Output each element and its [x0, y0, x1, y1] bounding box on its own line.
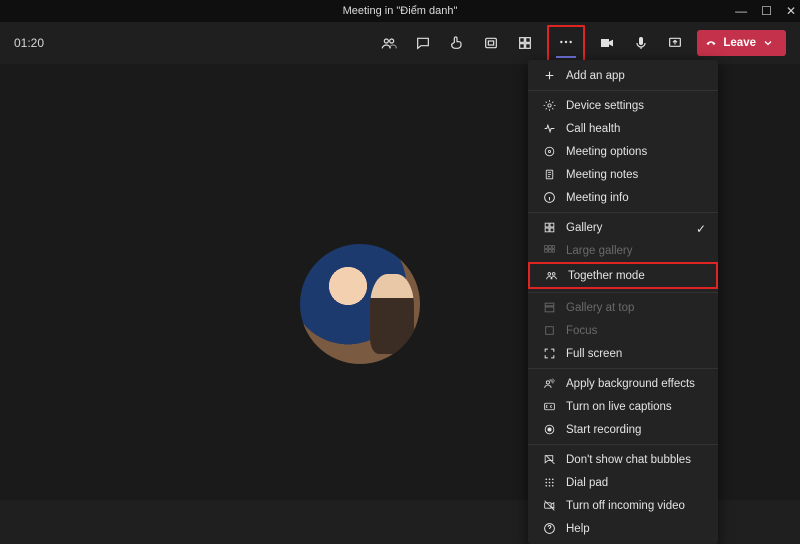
gear-icon [542, 99, 556, 112]
menu-label: Turn on live captions [566, 401, 672, 413]
menu-item-live-captions[interactable]: Turn on live captions [528, 395, 718, 418]
menu-separator [528, 292, 718, 293]
menu-item-meeting-options[interactable]: Meeting options [528, 140, 718, 163]
menu-label: Focus [566, 325, 597, 337]
menu-separator [528, 212, 718, 213]
record-icon [542, 423, 556, 436]
active-indicator [556, 56, 576, 58]
menu-label: Large gallery [566, 245, 632, 257]
plus-icon [542, 69, 556, 82]
together-icon [544, 269, 558, 282]
menu-label: Gallery at top [566, 302, 634, 314]
help-icon [542, 522, 556, 535]
window-titlebar: Meeting in "Điểm danh" — ☐ ✕ [0, 0, 800, 22]
menu-item-chat-bubbles[interactable]: Don't show chat bubbles [528, 448, 718, 471]
participants-button[interactable] [377, 31, 401, 55]
menu-label: Start recording [566, 424, 641, 436]
meeting-timer: 01:20 [14, 36, 44, 50]
chat-bubble-icon [542, 453, 556, 466]
menu-label: Add an app [566, 70, 625, 82]
menu-item-full-screen[interactable]: Full screen [528, 342, 718, 365]
menu-item-call-health[interactable]: Call health [528, 117, 718, 140]
info-icon [542, 191, 556, 204]
menu-item-meeting-info[interactable]: Meeting info [528, 186, 718, 209]
window-title: Meeting in "Điểm danh" [343, 5, 458, 17]
menu-label: Together mode [568, 270, 645, 282]
menu-separator [528, 368, 718, 369]
gallery-top-icon [542, 301, 556, 314]
gallery-icon [542, 221, 556, 234]
mic-button[interactable] [629, 31, 653, 55]
menu-item-device-settings[interactable]: Device settings [528, 94, 718, 117]
menu-item-large-gallery: Large gallery [528, 239, 718, 262]
menu-item-meeting-notes[interactable]: Meeting notes [528, 163, 718, 186]
menu-label: Meeting notes [566, 169, 638, 181]
menu-label: Apply background effects [566, 378, 695, 390]
menu-item-add-app[interactable]: Add an app [528, 64, 718, 87]
meeting-toolbar: 01:20 [0, 22, 800, 64]
menu-item-focus: Focus [528, 319, 718, 342]
menu-label: Dial pad [566, 477, 608, 489]
large-gallery-icon [542, 244, 556, 257]
more-actions-button[interactable] [554, 30, 578, 54]
menu-item-background[interactable]: Apply background effects [528, 372, 718, 395]
menu-label: Meeting info [566, 192, 629, 204]
toolbar-right: Leave [377, 22, 786, 64]
options-icon [542, 145, 556, 158]
menu-label: Don't show chat bubbles [566, 454, 691, 466]
leave-button[interactable]: Leave [697, 30, 786, 56]
menu-label: Turn off incoming video [566, 500, 685, 512]
check-icon: ✓ [696, 222, 706, 236]
dialpad-icon [542, 476, 556, 489]
chevron-down-icon [762, 37, 774, 49]
notes-icon [542, 168, 556, 181]
fullscreen-icon [542, 347, 556, 360]
menu-label: Device settings [566, 100, 644, 112]
rooms-button[interactable] [479, 31, 503, 55]
video-off-icon [542, 499, 556, 512]
more-actions-highlight [547, 25, 585, 62]
menu-item-dial-pad[interactable]: Dial pad [528, 471, 718, 494]
focus-icon [542, 324, 556, 337]
more-actions-menu: Add an app Device settings Call health M… [528, 60, 718, 544]
menu-separator [528, 444, 718, 445]
menu-label: Full screen [566, 348, 622, 360]
minimize-icon[interactable]: — [735, 5, 747, 17]
leave-label: Leave [723, 37, 756, 49]
menu-label: Help [566, 523, 590, 535]
menu-label: Gallery [566, 222, 602, 234]
menu-item-help[interactable]: Help [528, 517, 718, 540]
pulse-icon [542, 122, 556, 135]
apps-button[interactable] [513, 31, 537, 55]
menu-item-gallery[interactable]: Gallery ✓ [528, 216, 718, 239]
participant-avatar [300, 244, 420, 364]
reactions-button[interactable] [445, 31, 469, 55]
captions-icon [542, 400, 556, 413]
menu-label: Call health [566, 123, 620, 135]
menu-label: Meeting options [566, 146, 647, 158]
share-button[interactable] [663, 31, 687, 55]
menu-item-together-mode[interactable]: Together mode [528, 262, 718, 289]
menu-item-gallery-top: Gallery at top [528, 296, 718, 319]
window-controls: — ☐ ✕ [735, 0, 796, 22]
background-icon [542, 377, 556, 390]
chat-button[interactable] [411, 31, 435, 55]
menu-separator [528, 90, 718, 91]
close-icon[interactable]: ✕ [786, 5, 796, 17]
menu-item-incoming-video[interactable]: Turn off incoming video [528, 494, 718, 517]
menu-item-start-recording[interactable]: Start recording [528, 418, 718, 441]
maximize-icon[interactable]: ☐ [761, 5, 772, 17]
camera-button[interactable] [595, 31, 619, 55]
